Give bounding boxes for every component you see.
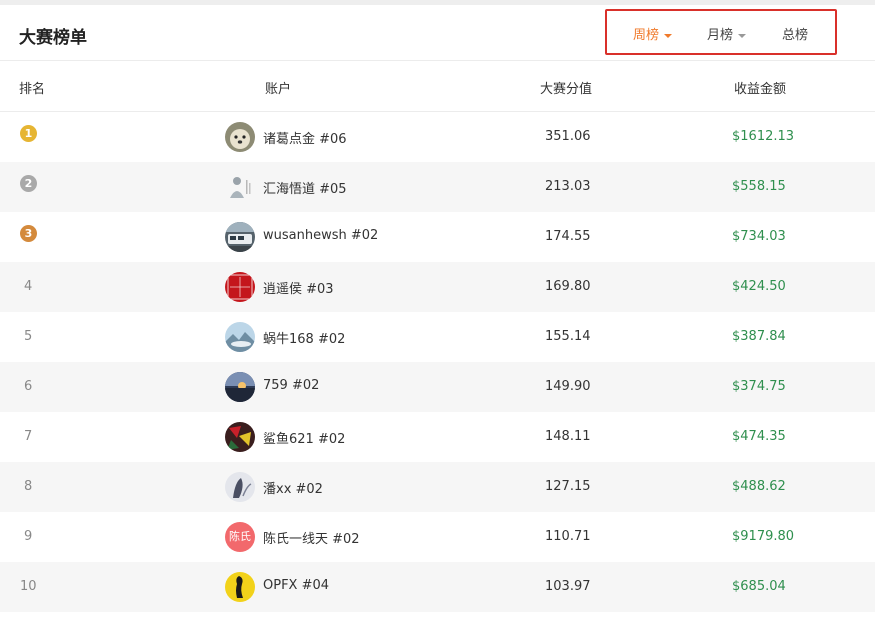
- score-value: 213.03: [545, 179, 591, 194]
- column-header-profit: 收益金额: [734, 82, 787, 97]
- avatar[interactable]: [225, 572, 255, 602]
- score-value: 148.11: [545, 429, 591, 444]
- silver-medal-icon: 2: [20, 175, 37, 192]
- caret-down-icon: [738, 33, 747, 38]
- yellow-silhouette-avatar-icon: [225, 572, 255, 602]
- table-row[interactable]: 6 759 #02 149.90 $374.75: [0, 362, 875, 412]
- gold-medal-icon: 1: [20, 125, 37, 142]
- column-header-rank: 排名: [19, 82, 46, 97]
- rank-number: 9: [24, 529, 33, 544]
- rank-number: 10: [20, 579, 37, 594]
- profit-value: $474.35: [732, 429, 786, 444]
- red-seal-avatar-icon: [225, 272, 255, 302]
- page-title: 大赛榜单: [19, 28, 87, 48]
- profit-value: $734.03: [732, 229, 786, 244]
- avatar-text: 陈氏: [229, 530, 251, 543]
- profit-value: $558.15: [732, 179, 786, 194]
- score-value: 351.06: [545, 129, 591, 144]
- sunset-avatar-icon: [225, 372, 255, 402]
- leaderboard-header: 大赛榜单 周榜 月榜 总榜: [0, 5, 875, 61]
- avatar[interactable]: [225, 472, 255, 502]
- profit-value: $387.84: [732, 329, 786, 344]
- ranking-table-body: 1 诸葛点金 #06 351.06 $1612.13 2 汇海悟道 #05 21…: [0, 112, 875, 612]
- avatar[interactable]: 陈氏: [225, 522, 255, 552]
- avatar[interactable]: [225, 422, 255, 452]
- score-value: 110.71: [545, 529, 591, 544]
- rank-number: 4: [24, 279, 33, 294]
- score-value: 103.97: [545, 579, 591, 594]
- column-header-score: 大赛分值: [540, 82, 593, 97]
- tab-overall-label: 总榜: [782, 28, 809, 43]
- table-row[interactable]: 4 逍遥侯 #03 169.80 $424.50: [0, 262, 875, 312]
- avatar[interactable]: [225, 322, 255, 352]
- table-header: 排名 账户 大赛分值 收益金额: [0, 61, 875, 112]
- avatar[interactable]: [225, 172, 255, 202]
- account-name[interactable]: 蜗牛168 #02: [263, 328, 345, 347]
- bronze-medal-icon: 3: [20, 225, 37, 242]
- account-name[interactable]: 逍遥侯 #03: [263, 278, 334, 297]
- score-value: 155.14: [545, 329, 591, 344]
- account-name[interactable]: 潘xx #02: [263, 478, 323, 497]
- score-value: 127.15: [545, 479, 591, 494]
- profit-value: $685.04: [732, 579, 786, 594]
- rank-number: 6: [24, 379, 33, 394]
- avatar[interactable]: [225, 272, 255, 302]
- sky-landscape-avatar-icon: [225, 322, 255, 352]
- account-name[interactable]: 汇海悟道 #05: [263, 178, 347, 197]
- account-name[interactable]: 759 #02: [263, 378, 319, 393]
- table-row[interactable]: 2 汇海悟道 #05 213.03 $558.15: [0, 162, 875, 212]
- account-name[interactable]: wusanhewsh #02: [263, 228, 378, 243]
- ink-painting-avatar-icon: [225, 472, 255, 502]
- account-name[interactable]: 鲨鱼621 #02: [263, 428, 345, 447]
- caret-down-icon: [664, 33, 673, 38]
- rank-number: 5: [24, 329, 33, 344]
- period-tabs: 周榜 月榜 总榜: [605, 9, 837, 55]
- score-value: 149.90: [545, 379, 591, 394]
- table-row[interactable]: 5 蜗牛168 #02 155.14 $387.84: [0, 312, 875, 362]
- account-name[interactable]: 陈氏一线天 #02: [263, 528, 360, 547]
- table-row[interactable]: 8 潘xx #02 127.15 $488.62: [0, 462, 875, 512]
- table-row[interactable]: 1 诸葛点金 #06 351.06 $1612.13: [0, 112, 875, 162]
- profit-value: $488.62: [732, 479, 786, 494]
- table-row[interactable]: 3 wusanhewsh #02 174.55 $734.03: [0, 212, 875, 262]
- table-row[interactable]: 10 OPFX #04 103.97 $685.04: [0, 562, 875, 612]
- score-value: 174.55: [545, 229, 591, 244]
- rank-number: 8: [24, 479, 33, 494]
- buddha-avatar-icon: [225, 172, 255, 202]
- avatar[interactable]: [225, 372, 255, 402]
- tab-weekly-label: 周榜: [633, 28, 660, 43]
- colorful-avatar-icon: [225, 422, 255, 452]
- profit-value: $9179.80: [732, 529, 795, 544]
- score-value: 169.80: [545, 279, 591, 294]
- account-name[interactable]: OPFX #04: [263, 578, 329, 593]
- dog-avatar-icon: [225, 122, 255, 152]
- tab-weekly[interactable]: 周榜: [633, 24, 673, 43]
- rank-number: 7: [24, 429, 33, 444]
- tab-monthly[interactable]: 月榜: [707, 24, 747, 43]
- column-header-account: 账户: [265, 82, 292, 97]
- profit-value: $424.50: [732, 279, 786, 294]
- account-name[interactable]: 诸葛点金 #06: [263, 128, 347, 147]
- train-avatar-icon: [225, 222, 255, 252]
- table-row[interactable]: 9 陈氏 陈氏一线天 #02 110.71 $9179.80: [0, 512, 875, 562]
- avatar[interactable]: [225, 122, 255, 152]
- profit-value: $374.75: [732, 379, 786, 394]
- profit-value: $1612.13: [732, 129, 795, 144]
- tab-overall[interactable]: 总榜: [782, 24, 808, 43]
- tab-monthly-label: 月榜: [707, 28, 734, 43]
- table-row[interactable]: 7 鲨鱼621 #02 148.11 $474.35: [0, 412, 875, 462]
- avatar[interactable]: [225, 222, 255, 252]
